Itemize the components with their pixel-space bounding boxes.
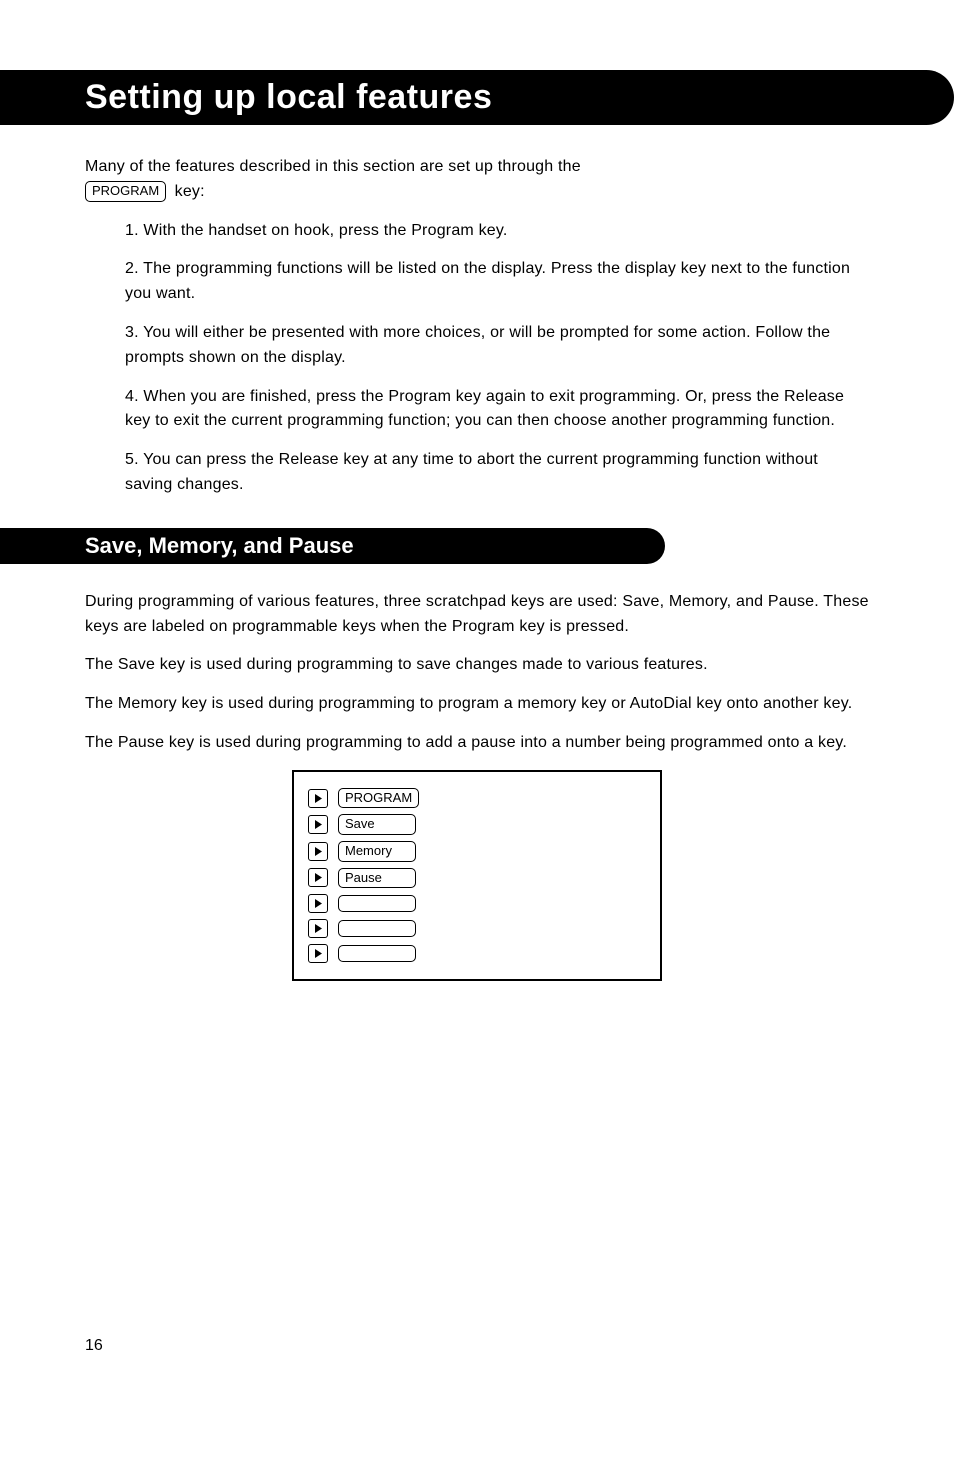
page-title-bar: Setting up local features [0, 70, 954, 125]
keypad-panel: PROGRAM Save Memory Pause [292, 770, 662, 981]
play-icon [308, 815, 328, 834]
play-icon [308, 868, 328, 887]
panel-row-blank-3 [308, 944, 646, 963]
step-2: 2. The programming functions will be lis… [125, 257, 869, 307]
intro-text-b: key: [175, 183, 205, 200]
play-icon [308, 919, 328, 938]
intro-paragraph: Many of the features described in this s… [85, 155, 869, 205]
panel-row-pause: Pause [308, 868, 646, 889]
page-number: 16 [85, 1337, 103, 1355]
step-3: 3. You will either be presented with mor… [125, 321, 869, 371]
program-steps-list: 1. With the handset on hook, press the P… [125, 219, 869, 498]
smp-para-3: The Memory key is used during programmin… [85, 692, 869, 717]
program-keycap: PROGRAM [85, 181, 166, 202]
smp-para-1: During programming of various features, … [85, 590, 869, 640]
play-icon [308, 944, 328, 963]
intro-text-a: Many of the features described in this s… [85, 158, 581, 175]
panel-key-blank [338, 920, 416, 937]
page-title: Setting up local features [85, 78, 910, 117]
section-title: Save, Memory, and Pause [85, 533, 635, 559]
play-icon [308, 894, 328, 913]
panel-key-program: PROGRAM [338, 788, 419, 809]
smp-para-2: The Save key is used during programming … [85, 653, 869, 678]
play-icon [308, 842, 328, 861]
panel-row-program: PROGRAM [308, 788, 646, 809]
step-4: 4. When you are finished, press the Prog… [125, 385, 869, 435]
panel-key-pause: Pause [338, 868, 416, 889]
smp-para-4: The Pause key is used during programming… [85, 731, 869, 756]
panel-key-blank [338, 895, 416, 912]
section-title-bar: Save, Memory, and Pause [0, 528, 665, 564]
panel-key-blank [338, 945, 416, 962]
step-1: 1. With the handset on hook, press the P… [125, 219, 869, 244]
panel-key-save: Save [338, 814, 416, 835]
play-icon [308, 789, 328, 808]
panel-row-blank-2 [308, 919, 646, 938]
panel-row-save: Save [308, 814, 646, 835]
panel-key-memory: Memory [338, 841, 416, 862]
panel-row-memory: Memory [308, 841, 646, 862]
step-5: 5. You can press the Release key at any … [125, 448, 869, 498]
panel-row-blank-1 [308, 894, 646, 913]
